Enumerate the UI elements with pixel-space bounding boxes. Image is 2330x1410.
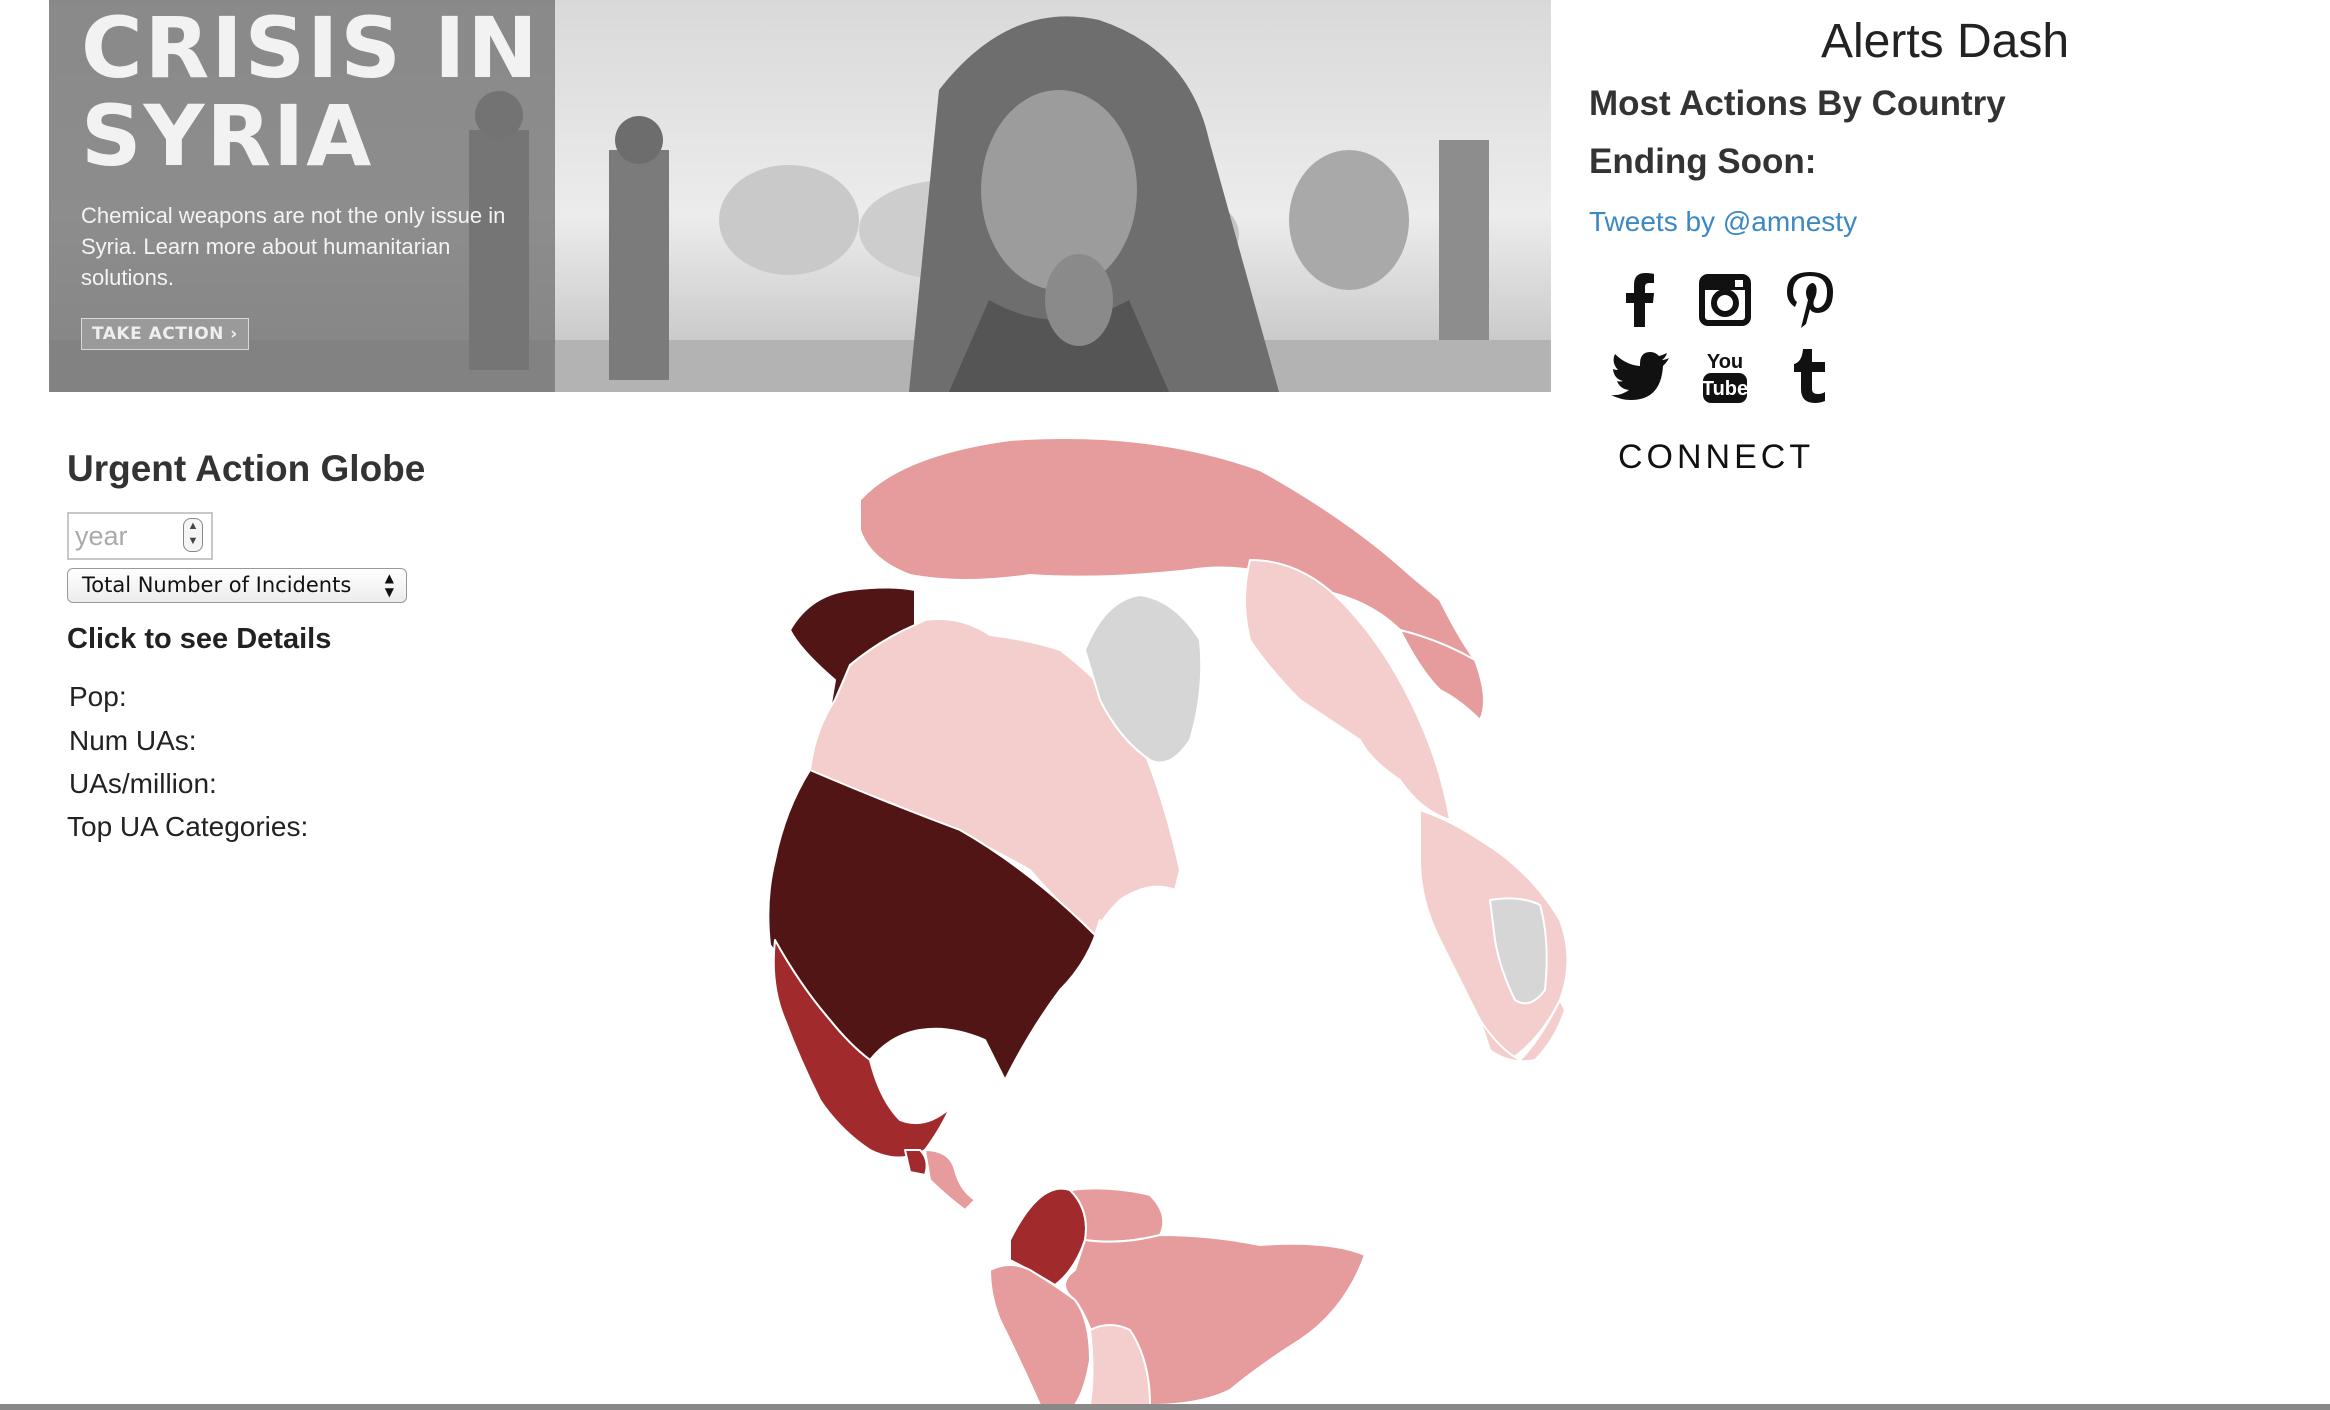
uas-per-million-label: UAs/million: (69, 768, 217, 799)
most-actions-heading: Most Actions By Country (1589, 84, 2006, 123)
youtube-tube-label: Tube (1701, 378, 1747, 400)
tweets-link[interactable]: Tweets by @amnesty (1589, 206, 1857, 238)
banner-description: Chemical weapons are not the only issue … (81, 203, 506, 290)
country-central-america[interactable] (924, 1149, 976, 1211)
facebook-icon[interactable] (1597, 262, 1682, 338)
take-action-button[interactable]: TAKE ACTION › (81, 318, 249, 350)
urgent-action-globe[interactable] (740, 420, 1600, 1410)
crisis-banner[interactable]: CRISIS IN SYRIA Chemical weapons are not… (49, 0, 1551, 392)
page-bottom-border (0, 1404, 2330, 1410)
banner-title: CRISIS IN SYRIA (81, 0, 540, 185)
twitter-icon[interactable] (1597, 338, 1682, 414)
youtube-you-label: You (1706, 351, 1742, 373)
top-ua-categories-label: Top UA Categories: (67, 811, 309, 842)
banner-overlay-panel: CRISIS IN SYRIA Chemical weapons are not… (49, 0, 555, 392)
details-heading: Click to see Details (67, 623, 332, 655)
youtube-icon[interactable]: You Tube (1682, 338, 1767, 414)
pop-label: Pop: (69, 681, 127, 712)
num-uas-label: Num UAs: (69, 725, 197, 756)
country-guatemala[interactable] (904, 1149, 928, 1176)
ending-soon-heading: Ending Soon: (1589, 142, 1817, 181)
urgent-action-globe-title: Urgent Action Globe (67, 448, 426, 489)
pinterest-icon[interactable] (1767, 262, 1852, 338)
tumblr-icon[interactable] (1767, 338, 1852, 414)
metric-select[interactable]: Total Number of Incidents ▲ ▼ (67, 568, 407, 603)
metric-select-value: Total Number of Incidents (82, 573, 352, 597)
social-links: You Tube (1597, 262, 1852, 414)
connect-label: CONNECT (1618, 438, 1815, 476)
alerts-dash-title: Alerts Dash (1820, 15, 2070, 68)
select-arrows-icon: ▲ ▼ (384, 571, 394, 599)
year-stepper[interactable]: ▲ ▼ (183, 518, 203, 552)
instagram-icon[interactable] (1682, 262, 1767, 338)
